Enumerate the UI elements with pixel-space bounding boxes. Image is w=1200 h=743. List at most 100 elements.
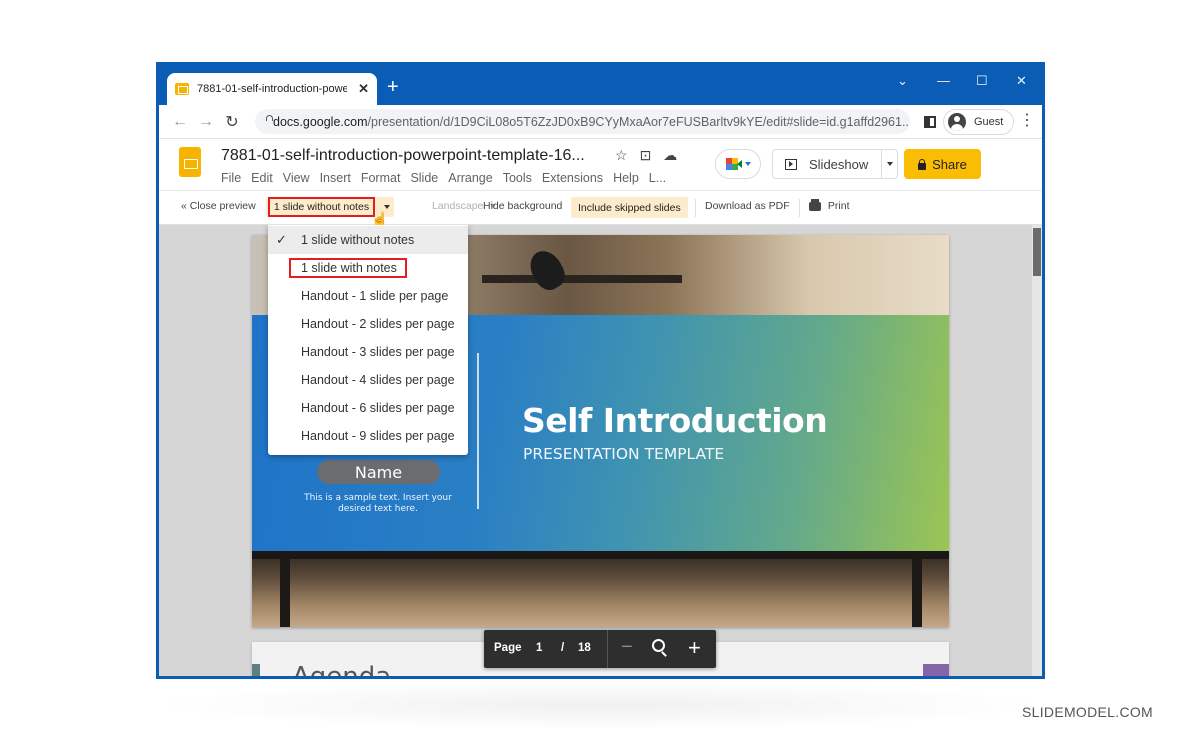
layout-option[interactable]: Handout - 6 slides per page [268, 394, 468, 422]
page-control: Page 1 / 18 − + [484, 630, 716, 668]
slide-divider-line [477, 353, 479, 509]
layout-dropdown-menu: ✓ 1 slide without notes 1 slide with not… [268, 225, 468, 455]
close-window-button[interactable]: ✕ [1016, 73, 1027, 89]
side-panel-icon[interactable] [924, 116, 936, 128]
slides-favicon-icon [175, 83, 189, 95]
layout-option[interactable]: Handout - 4 slides per page [268, 366, 468, 394]
shelf-graphic [482, 275, 682, 283]
slide-sample-text: This is a sample text. Insert your desir… [304, 493, 452, 514]
zoom-fit-icon[interactable] [652, 639, 665, 652]
maximize-button[interactable]: ☐ [976, 73, 988, 89]
zoom-out-button[interactable]: − [621, 636, 633, 659]
minimize-button[interactable]: — [937, 73, 950, 88]
profile-label: Guest [974, 116, 1004, 128]
slideshow-dropdown-button[interactable] [881, 149, 898, 179]
menu-last-edit[interactable]: L... [649, 171, 666, 185]
menu-insert[interactable]: Insert [320, 171, 351, 185]
browser-tab[interactable]: 7881-01-self-introduction-powerpoint-tem… [167, 73, 377, 105]
vertical-scrollbar[interactable] [1032, 225, 1042, 676]
desk-leg [912, 559, 922, 627]
layout-option-label: Handout - 9 slides per page [301, 429, 455, 443]
browser-menu-icon[interactable]: ⋮ [1019, 113, 1035, 129]
tab-title: 7881-01-self-introduction-powerpoint-tem… [197, 83, 347, 95]
print-button[interactable]: Print [809, 198, 850, 212]
scrollbar-thumb[interactable] [1033, 228, 1041, 276]
tab-search-icon[interactable]: ⌄ [897, 73, 908, 89]
layout-option-label: Handout - 3 slides per page [301, 345, 455, 359]
menu-format[interactable]: Format [361, 171, 401, 185]
menu-slide[interactable]: Slide [410, 171, 438, 185]
star-icon[interactable]: ☆ [615, 147, 628, 164]
url-path: /presentation/d/1D9CiL08o5T6ZzJD0xB9CYyM… [367, 114, 910, 129]
hide-background-button[interactable]: Hide background [483, 200, 562, 212]
menu-tools[interactable]: Tools [503, 171, 532, 185]
tab-close-icon[interactable]: ✕ [358, 81, 369, 97]
next-slide-title: Agenda [292, 662, 392, 679]
layout-option-label: 1 slide with notes [289, 258, 407, 278]
menu-edit[interactable]: Edit [251, 171, 273, 185]
meet-button[interactable] [715, 149, 761, 179]
menu-extensions[interactable]: Extensions [542, 171, 603, 185]
play-icon [785, 158, 797, 170]
menu-view[interactable]: View [283, 171, 310, 185]
layout-option-label: Handout - 6 slides per page [301, 401, 455, 415]
page-number-input[interactable]: 1 [536, 642, 542, 654]
menu-help[interactable]: Help [613, 171, 639, 185]
watermark: SLIDEMODEL.COM [1022, 704, 1153, 720]
layout-option[interactable]: Handout - 3 slides per page [268, 338, 468, 366]
page-control-divider [607, 630, 608, 668]
layout-option[interactable]: Handout - 1 slide per page [268, 282, 468, 310]
download-pdf-button[interactable]: Download as PDF [705, 200, 790, 212]
url-host: docs.google.com [273, 114, 368, 129]
toolbar-divider [799, 199, 800, 217]
forward-button[interactable]: → [193, 113, 219, 131]
avatar-icon [948, 113, 966, 131]
layout-option-label: 1 slide without notes [301, 233, 415, 247]
page-label: Page [494, 642, 522, 654]
toolbar-divider [695, 199, 696, 217]
layout-option-label: Handout - 4 slides per page [301, 373, 455, 387]
preview-area: Name This is a sample text. Insert your … [159, 225, 1032, 679]
chevron-down-icon [744, 162, 751, 166]
page-total: 18 [578, 642, 591, 654]
print-label: Print [827, 200, 850, 212]
checkmark-icon: ✓ [276, 232, 287, 247]
slideshow-label: Slideshow [809, 156, 869, 172]
chevron-down-icon [384, 205, 390, 209]
browser-titlebar: 7881-01-self-introduction-powerpoint-tem… [159, 65, 1042, 105]
window-shadow [150, 680, 1050, 730]
include-skipped-slides-button[interactable]: Include skipped slides [571, 197, 688, 218]
zoom-in-button[interactable]: + [688, 635, 701, 661]
docs-header: 7881-01-self-introduction-powerpoint-tem… [159, 139, 1042, 191]
layout-option[interactable]: Handout - 9 slides per page [268, 422, 468, 450]
slide-subtitle: PRESENTATION TEMPLATE [523, 445, 725, 463]
layout-option[interactable]: ✓ 1 slide without notes [268, 226, 468, 254]
layout-option[interactable]: Handout - 2 slides per page [268, 310, 468, 338]
slide-title: Self Introduction [522, 401, 828, 440]
cloud-status-icon[interactable]: ☁ [663, 147, 677, 164]
slideshow-button[interactable]: Slideshow [772, 149, 882, 179]
move-folder-icon[interactable]: ⊡ [640, 147, 652, 164]
menu-file[interactable]: File [221, 171, 241, 185]
close-preview-button[interactable]: « Close preview [181, 200, 256, 212]
share-button[interactable]: Share [904, 149, 981, 179]
back-button[interactable]: ← [167, 113, 193, 131]
layout-selected-value: 1 slide without notes [268, 197, 375, 217]
document-title[interactable]: 7881-01-self-introduction-powerpoint-tem… [221, 147, 585, 165]
print-preview-toolbar: « Close preview 1 slide without notes ☝ … [159, 191, 1042, 227]
menu-arrange[interactable]: Arrange [448, 171, 492, 185]
printer-icon [809, 198, 821, 211]
browser-window: 7881-01-self-introduction-powerpoint-tem… [156, 62, 1045, 679]
new-tab-button[interactable]: + [387, 77, 399, 97]
slide-accent-block [923, 664, 949, 676]
lock-icon [918, 158, 927, 170]
slide-name-pill: Name [317, 460, 440, 484]
google-slides-logo-icon[interactable] [179, 147, 201, 177]
layout-option-label: Handout - 1 slide per page [301, 289, 449, 303]
url-input[interactable]: docs.google.com /presentation/d/1D9CiL08… [255, 109, 910, 134]
reload-button[interactable]: ↻ [219, 112, 245, 132]
slide-accent-bar [252, 664, 260, 676]
profile-button[interactable]: Guest [943, 109, 1015, 135]
page: 7881-01-self-introduction-powerpoint-tem… [0, 0, 1200, 743]
layout-option[interactable]: 1 slide with notes [268, 254, 468, 282]
